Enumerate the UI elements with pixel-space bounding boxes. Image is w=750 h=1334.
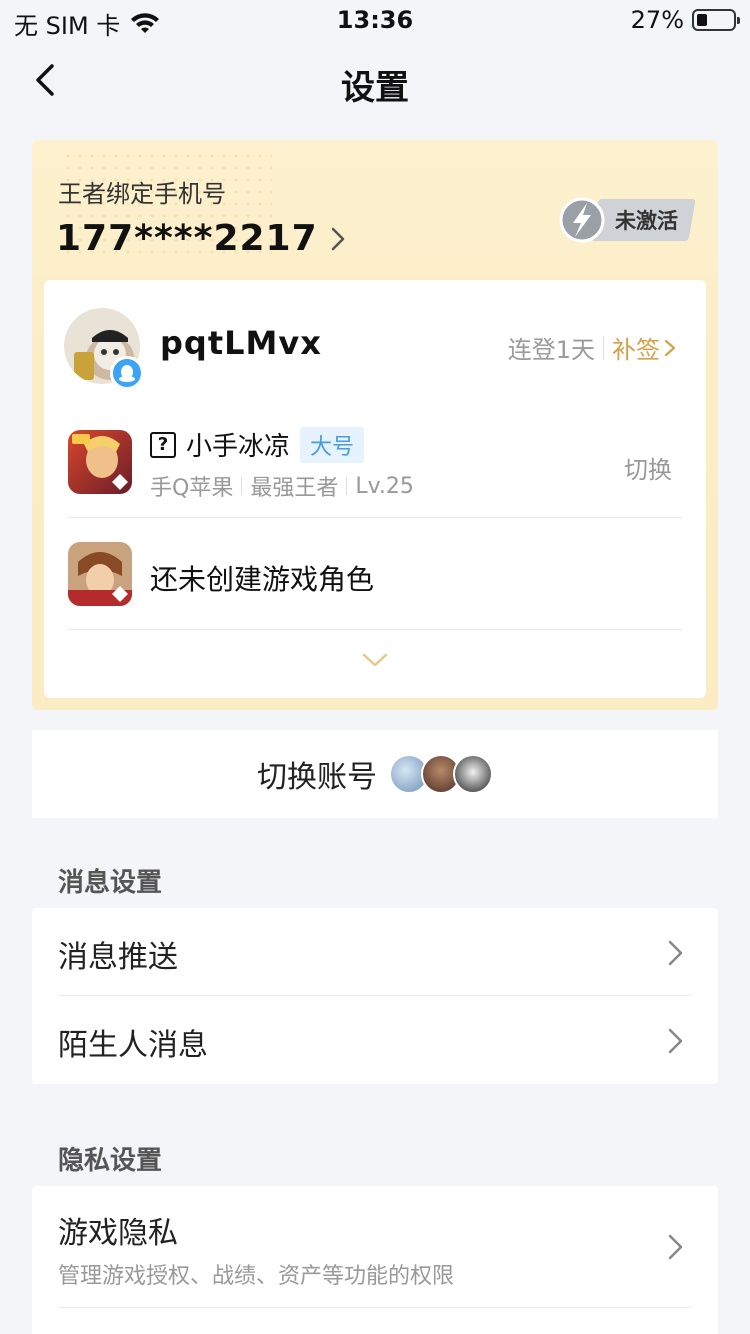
message-settings-card: 消息推送 陌生人消息 [32,908,718,1084]
game-role-row: ? 小手冰凉 大号 手Q苹果 最强王者 Lv.25 切换 [68,410,682,518]
question-mark-icon: ? [150,431,176,458]
chevron-right-icon [668,1028,683,1054]
profile-card: pqtLMvx 连登1天 补签 ? 小手冰凉 大号 手Q苹果 最强王者 Lv.2… [44,280,706,698]
binding-card: 王者绑定手机号 177****2217 未激活 pqtLMvx 连登1天 补签 … [32,140,718,710]
checkin-group: 连登1天 补签 [508,330,676,365]
game-app-icon [68,542,132,606]
divider [241,477,243,495]
chevron-right-icon [664,339,676,356]
section-title-messages: 消息设置 [58,868,163,898]
chevron-down-icon[interactable] [360,650,390,670]
divider [603,336,604,359]
activation-badge: 未激活 [557,197,696,243]
chevron-right-icon [668,1234,683,1260]
page-title: 设置 [341,68,409,108]
bind-phone-number: 177****2217 [56,218,318,259]
username: pqtLMvx [160,324,322,362]
role-title: ? 小手冰凉 大号 [150,426,365,463]
battery-icon [692,9,740,31]
section-title-privacy: 隐私设置 [58,1146,163,1176]
menu-item-label: 游戏隐私 [58,1216,178,1251]
bind-phone-label: 王者绑定手机号 [58,180,226,208]
account-avatars [389,754,493,794]
avatar [453,754,493,794]
status-bar: 无 SIM 卡 13:36 27% [0,0,750,40]
no-role-text: 还未创建游戏角色 [150,563,375,596]
role-meta: 手Q苹果 最强王者 Lv.25 [150,470,414,502]
honor-of-kings-icon [68,430,132,494]
role-platform: 手Q苹果 [150,476,234,501]
role-name: 小手冰凉 [186,432,291,462]
menu-item-description: 管理游戏授权、战绩、资产等功能的权限 [58,1264,455,1289]
main-account-tag: 大号 [300,426,365,463]
make-up-checkin-label: 补签 [612,336,660,364]
divider [346,477,348,495]
nav-bar: 设置 [0,44,750,120]
bind-phone-link[interactable]: 177****2217 [56,218,346,259]
game-role-row[interactable]: 还未创建游戏角色 [68,518,682,630]
chevron-right-icon [331,227,344,250]
activation-status: 未激活 [615,209,678,233]
qq-penguin-icon [110,356,144,390]
chevron-right-icon [668,940,683,966]
menu-item-label: 消息推送 [58,940,178,975]
battery-group: 27% [630,6,740,34]
privacy-settings-card: 游戏隐私 管理游戏授权、战绩、资产等功能的权限 [32,1186,718,1334]
role-rank: 最强王者 [250,476,339,501]
lightning-shield-icon [559,197,605,243]
switch-account-label: 切换账号 [257,760,377,795]
login-streak: 连登1天 [507,336,595,364]
switch-account-button[interactable]: 切换账号 [32,730,718,818]
switch-role-button[interactable]: 切换 [624,450,672,485]
menu-item-game-privacy[interactable]: 游戏隐私 管理游戏授权、战绩、资产等功能的权限 [32,1186,718,1308]
menu-item-message-push[interactable]: 消息推送 [32,908,718,996]
menu-item-stranger-messages[interactable]: 陌生人消息 [32,996,718,1084]
make-up-checkin-button[interactable]: 补签 [612,330,676,365]
role-level: Lv.25 [355,473,414,499]
battery-percent: 27% [630,6,684,34]
menu-item-label: 陌生人消息 [58,1028,208,1063]
